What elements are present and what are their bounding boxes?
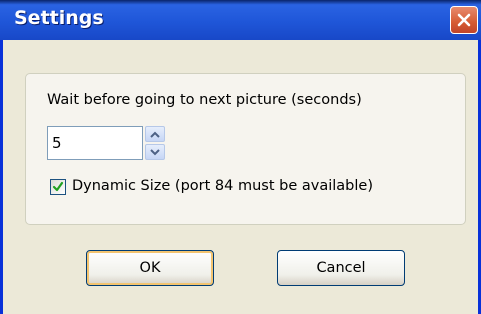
spin-down-button[interactable] — [145, 144, 165, 160]
dialog-title: Settings — [14, 7, 104, 29]
wait-label: Wait before going to next picture (secon… — [47, 92, 362, 108]
dynamic-size-checkbox[interactable] — [50, 179, 66, 195]
close-button[interactable] — [450, 6, 478, 34]
chevron-up-icon — [150, 131, 160, 138]
cancel-button[interactable]: Cancel — [277, 250, 405, 286]
wait-seconds-spinner — [145, 126, 165, 160]
spin-up-button[interactable] — [145, 126, 165, 142]
ok-button[interactable]: OK — [86, 250, 214, 286]
close-icon — [457, 13, 471, 27]
dynamic-size-label[interactable]: Dynamic Size (port 84 must be available) — [72, 178, 373, 194]
checkmark-icon — [52, 181, 64, 192]
chevron-down-icon — [150, 148, 160, 155]
wait-seconds-input[interactable] — [47, 126, 143, 160]
title-bar[interactable]: Settings — [0, 0, 481, 40]
